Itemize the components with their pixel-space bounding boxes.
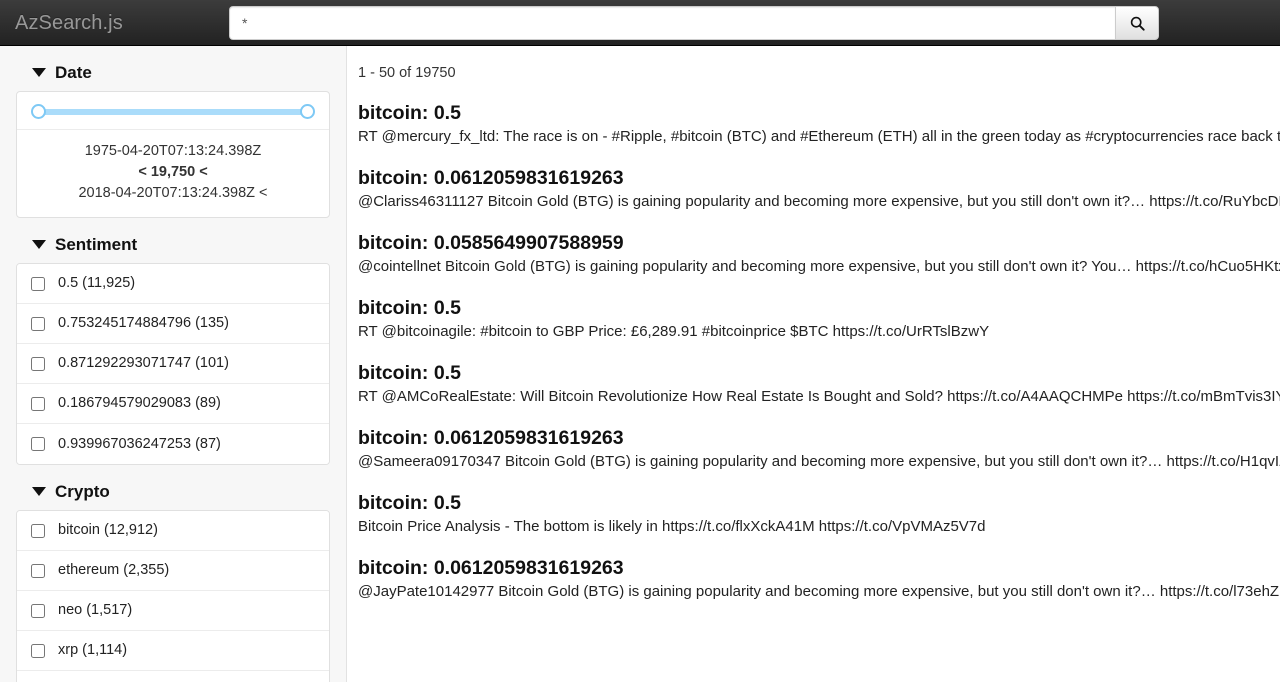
result-item[interactable]: bitcoin: 0.0612059831619263 @JayPate1014…	[358, 537, 1280, 602]
facet-item-label: 0.753245174884796 (135)	[58, 315, 229, 331]
result-item[interactable]: bitcoin: 0.0612059831619263 @Clariss4631…	[358, 147, 1280, 212]
date-range-slider[interactable]	[31, 104, 315, 119]
caret-down-icon	[32, 240, 46, 249]
result-item[interactable]: bitcoin: 0.5 RT @mercury_fx_ltd: The rac…	[358, 82, 1280, 147]
facet-checkbox[interactable]	[31, 356, 45, 371]
result-title: bitcoin: 0.0612059831619263	[358, 427, 624, 449]
facet-checkbox[interactable]	[31, 523, 45, 538]
search-bar	[229, 6, 1159, 40]
facet-item[interactable]: 0.753245174884796 (135)	[17, 304, 329, 344]
facet-item[interactable]: xrp (1,114)	[17, 631, 329, 671]
facet-date-header[interactable]: Date	[16, 46, 330, 91]
result-description: @Clariss46311127 Bitcoin Gold (BTG) is g…	[358, 193, 1280, 210]
slider-handle-min[interactable]	[31, 104, 46, 119]
facet-item[interactable]: ethereum (2,355)	[17, 551, 329, 591]
facet-sentiment-panel: 0.5 (11,925) 0.753245174884796 (135) 0.8…	[16, 263, 330, 465]
search-button[interactable]	[1115, 6, 1159, 40]
facet-sentiment: Sentiment 0.5 (11,925) 0.753245174884796…	[0, 218, 346, 465]
facets-sidebar: Date 1975-04-20T07:13:24.398Z < 19,750 <…	[0, 46, 347, 682]
slider-handle-max[interactable]	[300, 104, 315, 119]
result-item[interactable]: bitcoin: 0.0612059831619263 @Sameera0917…	[358, 407, 1280, 472]
facet-item[interactable]: 0.939967036247253 (87)	[17, 424, 329, 464]
date-range-count-label: < 19,750 <	[138, 164, 208, 180]
result-title: bitcoin: 0.5	[358, 297, 461, 319]
facet-item-label: neo (1,517)	[58, 602, 133, 618]
facet-sentiment-header[interactable]: Sentiment	[16, 218, 330, 263]
facet-item[interactable]: litecoin (541)	[17, 671, 329, 682]
facet-crypto-panel: bitcoin (12,912) ethereum (2,355) neo (1…	[16, 510, 330, 682]
result-description: RT @AMCoRealEstate: Will Bitcoin Revolut…	[358, 388, 1280, 405]
facet-checkbox[interactable]	[31, 563, 45, 578]
facet-checkbox[interactable]	[31, 437, 45, 451]
facet-item[interactable]: bitcoin (12,912)	[17, 511, 329, 551]
facet-date-panel: 1975-04-20T07:13:24.398Z < 19,750 < 2018…	[16, 91, 330, 218]
result-list: bitcoin: 0.5 RT @mercury_fx_ltd: The rac…	[347, 82, 1280, 602]
result-description: @cointellnet Bitcoin Gold (BTG) is gaini…	[358, 258, 1280, 275]
facet-item[interactable]: 0.871292293071747 (101)	[17, 344, 329, 384]
facet-item-label: 0.939967036247253 (87)	[58, 435, 221, 452]
top-navbar: AzSearch.js	[0, 0, 1280, 46]
result-title: bitcoin: 0.5	[358, 362, 461, 384]
facet-item-label: 0.186794579029083 (89)	[58, 395, 221, 411]
result-title: bitcoin: 0.0612059831619263	[358, 557, 624, 579]
facet-item[interactable]: neo (1,517)	[17, 591, 329, 631]
date-range-slider-container	[17, 92, 329, 130]
facet-item[interactable]: 0.5 (11,925)	[17, 264, 329, 304]
facet-item-label: ethereum (2,355)	[58, 562, 170, 578]
facet-sentiment-title: Sentiment	[55, 235, 138, 254]
facet-checkbox[interactable]	[31, 316, 45, 331]
facet-item[interactable]: 0.186794579029083 (89)	[17, 384, 329, 424]
result-item[interactable]: bitcoin: 0.0585649907588959 @cointellnet…	[358, 212, 1280, 277]
facet-item-label: xrp (1,114)	[58, 642, 128, 658]
result-item[interactable]: bitcoin: 0.5 RT @bitcoinagile: #bitcoin …	[358, 277, 1280, 342]
result-title: bitcoin: 0.0612059831619263	[358, 167, 624, 189]
app-brand-title: AzSearch.js	[15, 11, 123, 34]
facet-item-label: bitcoin (12,912)	[58, 522, 158, 538]
facet-crypto-title: Crypto	[55, 482, 110, 501]
result-description: @JayPate10142977 Bitcoin Gold (BTG) is g…	[358, 583, 1280, 600]
facet-date: Date 1975-04-20T07:13:24.398Z < 19,750 <…	[0, 46, 346, 218]
result-description: Bitcoin Price Analysis - The bottom is l…	[358, 518, 986, 535]
result-description: @Sameera09170347 Bitcoin Gold (BTG) is g…	[358, 453, 1280, 470]
result-item[interactable]: bitcoin: 0.5 RT @AMCoRealEstate: Will Bi…	[358, 342, 1280, 407]
caret-down-icon	[32, 487, 46, 496]
facet-crypto: Crypto bitcoin (12,912) ethereum (2,355)…	[0, 465, 346, 682]
result-count-label: 1 - 50 of 19750	[358, 65, 456, 81]
result-description: RT @bitcoinagile: #bitcoin to GBP Price:…	[358, 323, 990, 340]
facet-checkbox[interactable]	[31, 396, 45, 411]
date-range-min-label: 1975-04-20T07:13:24.398Z	[84, 143, 262, 159]
result-description: RT @mercury_fx_ltd: The race is on - #Ri…	[358, 128, 1280, 145]
date-range-max-label: 2018-04-20T07:13:24.398Z <	[78, 185, 268, 201]
search-icon	[1130, 16, 1145, 31]
facet-checkbox[interactable]	[31, 276, 45, 291]
facet-item-label: 0.5 (11,925)	[58, 275, 136, 291]
search-input[interactable]	[229, 6, 1115, 40]
result-item[interactable]: bitcoin: 0.5 Bitcoin Price Analysis - Th…	[358, 472, 1280, 537]
facet-crypto-header[interactable]: Crypto	[16, 465, 330, 510]
result-title: bitcoin: 0.5	[358, 102, 461, 124]
caret-down-icon	[32, 68, 46, 77]
facet-date-title: Date	[55, 63, 92, 82]
page-body: Date 1975-04-20T07:13:24.398Z < 19,750 <…	[0, 46, 1280, 682]
search-results-pane: 1 - 50 of 19750 bitcoin: 0.5 RT @mercury…	[347, 46, 1280, 682]
date-range-labels: 1975-04-20T07:13:24.398Z < 19,750 < 2018…	[17, 130, 329, 217]
result-title: bitcoin: 0.0585649907588959	[358, 232, 624, 254]
facet-checkbox[interactable]	[31, 643, 45, 658]
facet-checkbox[interactable]	[31, 603, 45, 618]
facet-item-label: 0.871292293071747 (101)	[58, 355, 229, 371]
result-title: bitcoin: 0.5	[358, 492, 461, 514]
slider-track	[37, 109, 309, 115]
